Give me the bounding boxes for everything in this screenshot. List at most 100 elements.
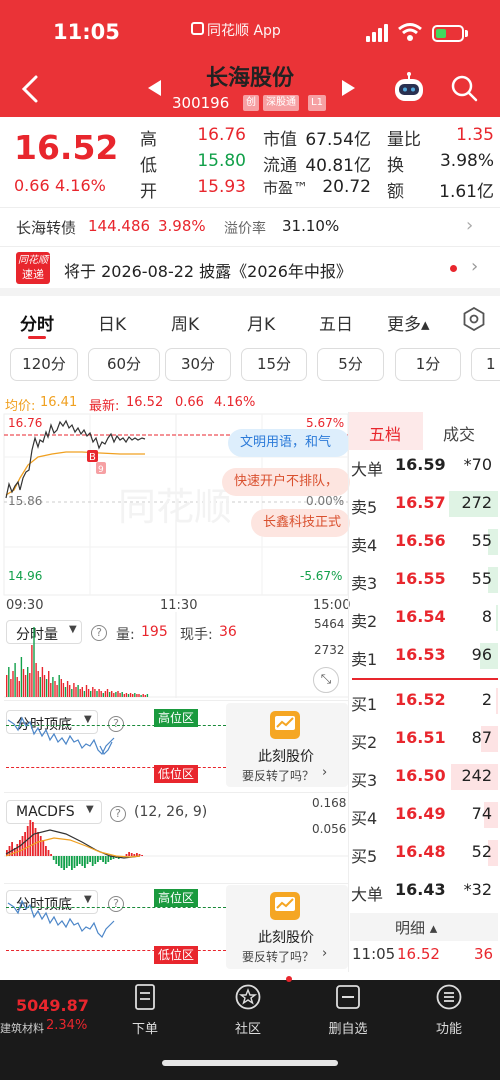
sell-row-3[interactable]: 卖3 16.55 55 bbox=[350, 561, 498, 599]
sell-row-5[interactable]: 卖1 16.53 96 bbox=[350, 637, 498, 675]
volume-bar bbox=[12, 671, 14, 697]
robot-assistant-icon[interactable] bbox=[392, 72, 426, 104]
ad-pill-3[interactable]: 长鑫科技正式 bbox=[251, 509, 350, 537]
macd-bar bbox=[91, 856, 94, 866]
tab-trades[interactable]: 成交 bbox=[443, 421, 475, 445]
battery-icon bbox=[432, 25, 464, 42]
btn-more-period[interactable]: 1 bbox=[471, 348, 500, 381]
label-amount: 额 bbox=[387, 182, 404, 202]
volume-bar bbox=[14, 663, 16, 697]
volume-bar bbox=[81, 687, 83, 697]
nav-functions[interactable]: 功能 bbox=[409, 984, 489, 1037]
nav-community[interactable]: 社区 bbox=[208, 984, 288, 1037]
news-text[interactable]: 将于 2026-08-22 披露《2026年中报》 bbox=[64, 258, 352, 282]
tab-underline bbox=[28, 336, 46, 339]
convertible-name[interactable]: 长海转债 bbox=[16, 217, 76, 238]
tab-five-levels[interactable]: 五档 bbox=[369, 421, 401, 445]
indicator1-promo-title: 此刻股价 bbox=[258, 749, 314, 765]
app-logo-icon bbox=[191, 22, 204, 35]
expand-chart-button[interactable]: ⤡ bbox=[313, 667, 339, 693]
buy-row-2[interactable]: 买2 16.51 87 bbox=[350, 720, 498, 758]
label-market-cap: 市值 bbox=[263, 130, 297, 150]
macd-params: (12, 26, 9) bbox=[134, 804, 208, 820]
volume-bar bbox=[113, 693, 115, 697]
btn-5min[interactable]: 5分 bbox=[317, 348, 384, 381]
volume-bar bbox=[10, 679, 12, 697]
buy-label: 买2 bbox=[351, 733, 378, 752]
btn-15min[interactable]: 15分 bbox=[241, 348, 307, 381]
btn-30min[interactable]: 30分 bbox=[165, 348, 231, 381]
value-amount: 1.61亿 bbox=[439, 182, 494, 202]
sell-volume-bar bbox=[496, 605, 498, 631]
buy-row-3[interactable]: 买3 16.50 242 bbox=[350, 758, 498, 796]
volume-bar bbox=[24, 675, 27, 697]
convertible-price: 144.486 bbox=[88, 217, 151, 235]
ad-pill-1[interactable]: 文明用语，和气 bbox=[228, 429, 350, 457]
volume-bar bbox=[71, 689, 73, 697]
macd-bar bbox=[133, 854, 136, 856]
tab-weekly[interactable]: 周K bbox=[171, 310, 199, 335]
trade-price: 16.52 bbox=[397, 945, 440, 963]
volume-bar bbox=[104, 691, 107, 697]
buy-label: 买4 bbox=[351, 809, 378, 828]
chevron-right-icon[interactable]: › bbox=[466, 215, 473, 236]
volume-bar bbox=[119, 693, 121, 697]
next-stock-icon[interactable] bbox=[341, 80, 355, 96]
volume-bar bbox=[18, 681, 20, 697]
big-buy-price: 16.43 bbox=[395, 880, 446, 899]
buy-label: 买3 bbox=[351, 771, 378, 790]
tab-minute[interactable]: 分时 bbox=[20, 310, 54, 335]
sell-price: 16.56 bbox=[395, 531, 446, 550]
nav-functions-label: 功能 bbox=[435, 1022, 462, 1037]
btn-120min[interactable]: 120分 bbox=[10, 348, 78, 381]
sell-row-2[interactable]: 卖4 16.56 55 bbox=[350, 523, 498, 561]
tab-monthly[interactable]: 月K bbox=[247, 310, 275, 335]
nav-order[interactable]: 下单 bbox=[105, 984, 185, 1037]
book-divider bbox=[352, 678, 498, 680]
volume-bar bbox=[50, 683, 52, 697]
sell-price: 16.55 bbox=[395, 569, 446, 588]
label-float: 流通 bbox=[263, 156, 297, 176]
buy-row-4[interactable]: 买4 16.49 74 bbox=[350, 796, 498, 834]
macd-bar bbox=[47, 850, 50, 856]
detail-label[interactable]: 明细 ▴ bbox=[395, 917, 437, 938]
buy-row-5[interactable]: 买5 16.48 52 bbox=[350, 834, 498, 872]
volume-bar bbox=[92, 687, 94, 697]
tab-daily[interactable]: 日K bbox=[98, 310, 126, 335]
btn-1min[interactable]: 1分 bbox=[395, 348, 461, 381]
news-chevron-icon[interactable]: › bbox=[471, 256, 478, 277]
search-icon[interactable] bbox=[450, 74, 478, 102]
sell-vol: 272 bbox=[461, 493, 492, 512]
macd-bar bbox=[34, 828, 37, 856]
indicator1-promo-sub: 要反转了吗？ bbox=[242, 769, 315, 783]
volume-bar bbox=[62, 683, 65, 697]
btn-60min[interactable]: 60分 bbox=[88, 348, 160, 381]
value-float: 40.81亿 bbox=[305, 156, 371, 176]
macd-bar bbox=[42, 840, 45, 856]
sell-row-1[interactable]: 卖5 16.57 272 bbox=[350, 485, 498, 523]
nav-remove-watchlist[interactable]: 删自选 bbox=[308, 984, 388, 1037]
settings-gear-icon[interactable] bbox=[462, 307, 486, 331]
big-sell-price: 16.59 bbox=[395, 455, 446, 474]
tab-more[interactable]: 更多▴ bbox=[387, 310, 430, 335]
macd-bar bbox=[128, 852, 130, 856]
news-logo-top: 同花顺 bbox=[18, 255, 48, 266]
tab-five-day[interactable]: 五日 bbox=[319, 310, 353, 335]
chart-base-price: 15.86 bbox=[8, 494, 43, 508]
volume-bar bbox=[8, 667, 10, 697]
value-vol-ratio: 1.35 bbox=[456, 125, 494, 145]
buy-vol: 2 bbox=[481, 690, 492, 709]
indicator2-line bbox=[7, 899, 115, 939]
macd-bar bbox=[76, 856, 78, 866]
macd-bar bbox=[102, 856, 104, 862]
buy-row-1[interactable]: 买1 16.52 2 bbox=[350, 682, 498, 720]
current-price: 16.52 bbox=[14, 128, 119, 167]
sell-row-4[interactable]: 卖2 16.54 8 bbox=[350, 599, 498, 637]
label-low: 低 bbox=[140, 156, 157, 176]
volume-bar bbox=[102, 693, 104, 697]
index-value[interactable]: 5049.87 bbox=[16, 996, 89, 1015]
volume-bar bbox=[75, 687, 77, 697]
ad-pill-2[interactable]: 快速开户不排队， bbox=[222, 468, 350, 496]
bottom-nav-indicator bbox=[286, 976, 292, 982]
news-logo: 同花顺 速递 bbox=[16, 252, 50, 284]
